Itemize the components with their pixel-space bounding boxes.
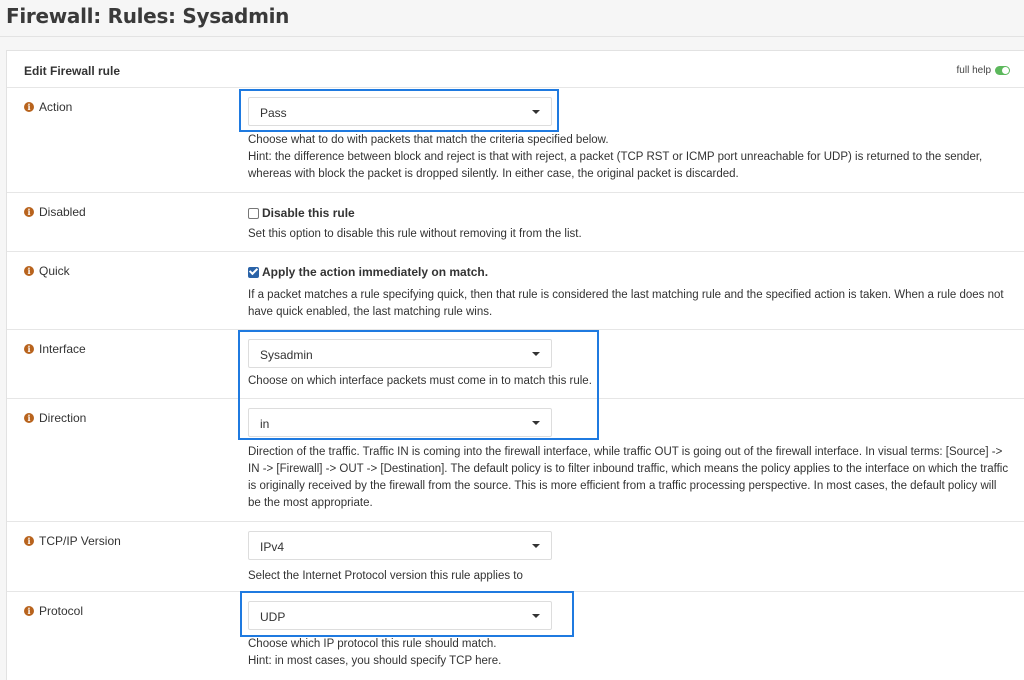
info-icon[interactable]: i bbox=[24, 413, 34, 423]
quick-checkbox-label[interactable]: Apply the action immediately on match. bbox=[262, 265, 488, 279]
action-help-line: Choose what to do with packets that matc… bbox=[248, 134, 609, 146]
caret-down-icon bbox=[532, 421, 540, 425]
action-select[interactable]: Pass bbox=[248, 97, 552, 126]
interface-label: i Interface bbox=[24, 342, 86, 356]
action-label-text: Action bbox=[39, 100, 73, 114]
protocol-select[interactable]: UDP bbox=[248, 601, 552, 630]
tcpip-select-value: IPv4 bbox=[260, 540, 285, 554]
quick-help-line: If a packet matches a rule specifying qu… bbox=[248, 289, 1004, 301]
row-quick: i Quick Apply the action immediately on … bbox=[7, 252, 1024, 330]
interface-select[interactable]: Sysadmin bbox=[248, 339, 552, 368]
tcpip-label: i TCP/IP Version bbox=[24, 534, 121, 548]
direction-help: Direction of the traffic. Traffic IN is … bbox=[248, 444, 1008, 512]
direction-select-value: in bbox=[260, 417, 270, 431]
row-disabled: i Disabled Disable this rule Set this op… bbox=[7, 193, 1024, 252]
interface-label-text: Interface bbox=[39, 342, 86, 356]
quick-help-line: have quick enabled, the last matching ru… bbox=[248, 306, 493, 318]
quick-checkbox-line[interactable]: Apply the action immediately on match. bbox=[248, 265, 488, 279]
disable-rule-checkbox-label[interactable]: Disable this rule bbox=[262, 206, 355, 220]
direction-label-text: Direction bbox=[39, 411, 87, 425]
direction-help-line: IN -> [Firewall] -> OUT -> [Destination]… bbox=[248, 463, 1009, 475]
caret-down-icon bbox=[532, 614, 540, 618]
protocol-select-value: UDP bbox=[260, 610, 286, 624]
edit-rule-panel: Edit Firewall rule full help i Action Pa… bbox=[6, 50, 1024, 680]
panel-title: Edit Firewall rule bbox=[24, 64, 121, 78]
info-icon[interactable]: i bbox=[24, 344, 34, 354]
protocol-help: Choose which IP protocol this rule shoul… bbox=[248, 636, 501, 670]
tcpip-label-text: TCP/IP Version bbox=[39, 534, 121, 548]
disabled-help: Set this option to disable this rule wit… bbox=[248, 228, 582, 240]
info-icon[interactable]: i bbox=[24, 266, 34, 276]
info-icon[interactable]: i bbox=[24, 606, 34, 616]
protocol-help-line: Hint: in most cases, you should specify … bbox=[248, 655, 502, 667]
action-select-value: Pass bbox=[260, 106, 287, 120]
info-icon[interactable]: i bbox=[24, 536, 34, 546]
row-direction: i Direction in Direction of the traffic.… bbox=[7, 399, 1024, 522]
disabled-label: i Disabled bbox=[24, 205, 86, 219]
protocol-label: i Protocol bbox=[24, 604, 83, 618]
protocol-help-line: Choose which IP protocol this rule shoul… bbox=[248, 638, 497, 650]
info-icon[interactable]: i bbox=[24, 102, 34, 112]
row-action: i Action Pass Choose what to do with pac… bbox=[7, 88, 1024, 193]
page-title: Firewall: Rules: Sysadmin bbox=[6, 4, 290, 28]
full-help-label: full help bbox=[956, 65, 991, 76]
direction-select[interactable]: in bbox=[248, 408, 552, 437]
direction-help-line: be the most appropriate. bbox=[248, 497, 373, 509]
quick-checkbox[interactable] bbox=[248, 266, 259, 278]
info-icon[interactable]: i bbox=[24, 207, 34, 217]
direction-help-line: Direction of the traffic. Traffic IN is … bbox=[248, 446, 1003, 458]
page-header: Firewall: Rules: Sysadmin bbox=[0, 0, 1024, 37]
action-help-line: Hint: the difference between block and r… bbox=[248, 151, 983, 163]
tcpip-select[interactable]: IPv4 bbox=[248, 531, 552, 560]
action-help: Choose what to do with packets that matc… bbox=[248, 132, 982, 183]
toggle-on-icon[interactable] bbox=[995, 66, 1010, 75]
quick-help: If a packet matches a rule specifying qu… bbox=[248, 287, 1004, 321]
row-protocol: i Protocol UDP Choose which IP protocol … bbox=[7, 592, 1024, 680]
disabled-label-text: Disabled bbox=[39, 205, 86, 219]
direction-help-line: is originally received by the firewall f… bbox=[248, 480, 997, 492]
protocol-label-text: Protocol bbox=[39, 604, 84, 618]
full-help-toggle[interactable]: full help bbox=[957, 65, 1010, 76]
caret-down-icon bbox=[532, 352, 540, 356]
row-tcpip-version: i TCP/IP Version IPv4 Select the Interne… bbox=[7, 522, 1024, 592]
quick-label-text: Quick bbox=[39, 264, 70, 278]
caret-down-icon bbox=[532, 544, 540, 548]
disable-rule-checkbox[interactable] bbox=[248, 207, 259, 219]
interface-select-value: Sysadmin bbox=[260, 348, 313, 362]
direction-label: i Direction bbox=[24, 411, 86, 425]
disable-rule-checkbox-line[interactable]: Disable this rule bbox=[248, 206, 355, 220]
caret-down-icon bbox=[532, 110, 540, 114]
quick-label: i Quick bbox=[24, 264, 70, 278]
tcpip-help: Select the Internet Protocol version thi… bbox=[248, 570, 523, 582]
panel-header: Edit Firewall rule full help bbox=[7, 51, 1024, 88]
action-label: i Action bbox=[24, 100, 72, 114]
action-help-line: whereas with block the packet is dropped… bbox=[248, 168, 739, 180]
interface-help: Choose on which interface packets must c… bbox=[248, 375, 592, 387]
row-interface: i Interface Sysadmin Choose on which int… bbox=[7, 330, 1024, 399]
